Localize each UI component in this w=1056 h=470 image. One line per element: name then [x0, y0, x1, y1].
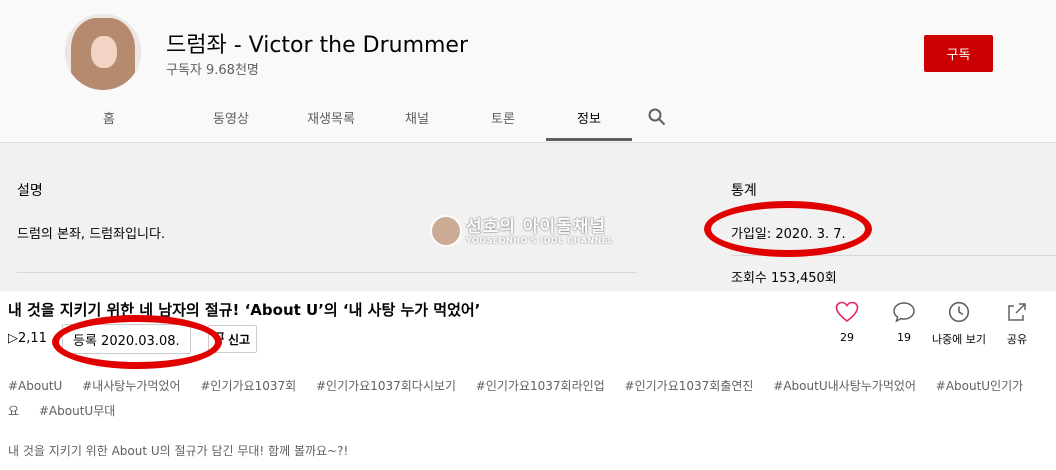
watermark: 선호의 아이돌채널 YOOSEONHO'S IDOL CHANNEL [430, 215, 613, 247]
video-title: 내 것을 지키기 위한 네 남자의 절규! ‘About U’의 ‘내 사탕 누… [8, 301, 481, 319]
hashtag[interactable]: #인기가요1037회다시보기 [316, 379, 456, 393]
tab-videos[interactable]: 동영상 [188, 96, 274, 138]
like-count: 29 [840, 331, 854, 344]
video-views: ▷2,11 [8, 331, 47, 346]
video-description: 내 것을 지키기 위한 About U의 절규가 담긴 무대! 함께 볼까요~?… [8, 444, 349, 458]
clock-icon [929, 299, 989, 325]
channel-header: 드럼좌 - Victor the Drummer 구독자 9.68천명 구독 홈… [0, 0, 1056, 143]
stats-heading: 통계 [731, 183, 757, 199]
subscriber-count: 구독자 9.68천명 [166, 63, 259, 78]
watch-later-button[interactable]: 나중에 보기 [929, 299, 989, 347]
like-button[interactable]: 29 [817, 299, 877, 344]
hashtag[interactable]: #내사탕누가먹었어 [82, 379, 180, 393]
total-views: 조회수 153,450회 [731, 271, 837, 286]
tab-channels[interactable]: 채널 [374, 96, 460, 138]
watermark-title: 선호의 아이돌채널 [466, 216, 607, 237]
watermark-avatar [430, 215, 462, 247]
annotation-circle-upload-date [52, 315, 222, 369]
share-icon [987, 299, 1047, 325]
annotation-circle-joined [704, 201, 872, 257]
hashtag[interactable]: #AboutU내사탕누가먹었어 [773, 379, 916, 393]
hashtag[interactable]: #AboutU무대 [39, 404, 115, 418]
hashtag[interactable]: #인기가요1037회출연진 [625, 379, 754, 393]
channel-description: 드럼의 본좌, 드럼좌입니다. [17, 227, 166, 242]
hashtag[interactable]: #인기가요1037회 [200, 379, 296, 393]
share-label: 공유 [1006, 333, 1028, 346]
channel-tabs: 홈 동영상 재생목록 채널 토론 정보 [66, 96, 682, 141]
subscribe-button[interactable]: 구독 [924, 35, 993, 72]
description-divider [17, 272, 637, 273]
hashtag[interactable]: #AboutU [8, 379, 62, 393]
share-button[interactable]: 공유 [987, 299, 1047, 347]
comment-button[interactable]: 19 [874, 299, 934, 344]
watermark-subtitle: YOOSEONHO'S IDOL CHANNEL [466, 235, 614, 245]
tab-discussion[interactable]: 토론 [460, 96, 546, 138]
description-heading: 설명 [17, 183, 43, 199]
comment-icon [874, 299, 934, 325]
tab-playlists[interactable]: 재생목록 [288, 96, 374, 138]
watch-later-label: 나중에 보기 [931, 333, 987, 346]
heart-icon [817, 299, 877, 325]
hashtag[interactable]: #인기가요1037회라인업 [476, 379, 605, 393]
hashtag-list: #AboutU #내사탕누가먹었어 #인기가요1037회 #인기가요1037회다… [8, 374, 1048, 424]
tab-about[interactable]: 정보 [546, 96, 632, 141]
search-icon[interactable] [632, 96, 682, 138]
report-label: 신고 [228, 332, 251, 347]
tab-home[interactable]: 홈 [66, 96, 152, 138]
channel-avatar[interactable] [65, 14, 141, 90]
channel-name: 드럼좌 - Victor the Drummer [166, 33, 469, 58]
comment-count: 19 [897, 331, 911, 344]
